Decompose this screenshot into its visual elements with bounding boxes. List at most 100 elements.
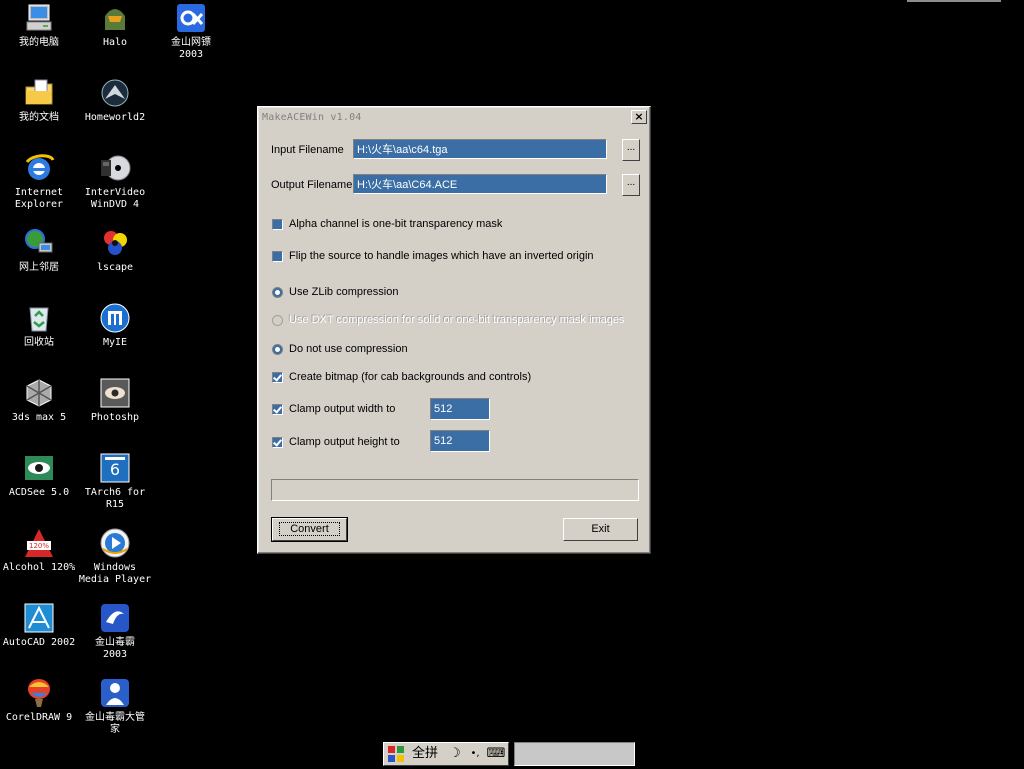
kingsoft-firewall-shortcut[interactable]: 金山网镖 2003 xyxy=(152,2,230,61)
autocad-shortcut[interactable]: AutoCAD 2002 xyxy=(0,602,78,649)
internet-explorer-icon xyxy=(23,152,55,184)
dialog-titlebar[interactable]: MakeACEWin v1.04 × xyxy=(260,109,648,127)
moon-icon[interactable]: ☽ xyxy=(446,745,464,763)
icon-label: CorelDRAW 9 xyxy=(5,712,73,723)
ime-mode-button[interactable]: 全拼 xyxy=(407,745,443,763)
makeace-dialog: MakeACEWin v1.04 × Input Filename H:\火车\… xyxy=(257,106,651,554)
create-bitmap-label: Create bitmap (for cab backgrounds and c… xyxy=(289,371,532,383)
close-button[interactable]: × xyxy=(631,110,647,124)
my-computer-shortcut[interactable]: 我的电脑 xyxy=(0,2,78,49)
lscape-icon xyxy=(99,227,131,259)
ime-logo-icon[interactable] xyxy=(387,745,405,763)
autocad-icon xyxy=(23,602,55,634)
icon-label: Photoshp xyxy=(90,412,140,423)
icon-label: 金山毒霸大管 家 xyxy=(85,712,145,735)
internet-explorer-shortcut[interactable]: Internet Explorer xyxy=(0,152,78,211)
recycle-bin-shortcut[interactable]: 回收站 xyxy=(0,302,78,349)
svg-text:6: 6 xyxy=(110,460,120,479)
keyboard-icon[interactable]: ⌨ xyxy=(486,745,506,763)
zlib-radio[interactable] xyxy=(272,287,283,298)
no-compression-radio[interactable] xyxy=(272,344,283,355)
input-filename-field[interactable]: H:\火车\aa\c64.tga xyxy=(353,139,607,159)
clamp-width-input[interactable]: 512 xyxy=(430,398,490,420)
progress-bar xyxy=(271,479,639,501)
kingsoft-manager-icon xyxy=(99,677,131,709)
icon-label: 金山毒霸 2003 xyxy=(95,637,135,660)
exit-button[interactable]: Exit xyxy=(563,518,638,541)
alpha-mask-checkbox[interactable] xyxy=(272,219,283,230)
recycle-bin-icon xyxy=(23,302,55,334)
zlib-label: Use ZLib compression xyxy=(289,286,399,298)
icon-label: Windows Media Player xyxy=(78,562,152,585)
clamp-width-checkbox[interactable] xyxy=(272,404,283,415)
output-browse-button[interactable]: ... xyxy=(622,174,640,196)
flip-source-label: Flip the source to handle images which h… xyxy=(289,250,594,262)
output-filename-label: Output Filename xyxy=(271,179,353,191)
acdsee-shortcut[interactable]: ACDSee 5.0 xyxy=(0,452,78,499)
windvd-shortcut[interactable]: InterVideo WinDVD 4 xyxy=(76,152,154,211)
icon-label: Internet Explorer xyxy=(14,187,64,210)
svg-text:120%: 120% xyxy=(29,542,49,550)
halo-icon xyxy=(99,2,131,34)
lscape-shortcut[interactable]: lscape xyxy=(76,227,154,274)
clamp-height-label: Clamp output height to xyxy=(289,436,400,448)
dxt-label: Use DXT compression for solid or one-bit… xyxy=(289,314,625,326)
3dsmax-icon xyxy=(23,377,55,409)
my-computer-icon xyxy=(23,2,55,34)
myie-shortcut[interactable]: MyIE xyxy=(76,302,154,349)
clamp-height-input[interactable]: 512 xyxy=(430,430,490,452)
convert-button[interactable]: Convert xyxy=(271,517,348,542)
input-filename-label: Input Filename xyxy=(271,144,344,156)
icon-label: 回收站 xyxy=(24,337,54,348)
alpha-mask-label: Alpha channel is one-bit transparency ma… xyxy=(289,218,503,230)
kingsoft-antivirus-shortcut[interactable]: 金山毒霸 2003 xyxy=(76,602,154,661)
taskbar-edge xyxy=(907,0,1001,2)
icon-label: MyIE xyxy=(102,337,128,348)
kingsoft-manager-shortcut[interactable]: 金山毒霸大管 家 xyxy=(76,677,154,736)
create-bitmap-checkbox[interactable] xyxy=(272,372,283,383)
icon-label: 金山网镖 2003 xyxy=(171,37,211,60)
desktop: 我的电脑 我的文档 Internet Explorer 网上邻居 回收站 3ds… xyxy=(0,0,1024,768)
input-browse-button[interactable]: ... xyxy=(622,139,640,161)
icon-label: Homeworld2 xyxy=(84,112,146,123)
dxt-radio[interactable] xyxy=(272,315,283,326)
my-documents-shortcut[interactable]: 我的文档 xyxy=(0,77,78,124)
icon-label: InterVideo WinDVD 4 xyxy=(84,187,146,210)
dialog-title: MakeACEWin v1.04 xyxy=(262,112,362,123)
icon-label: Halo xyxy=(102,37,128,48)
coreldraw-icon xyxy=(23,677,55,709)
icon-label: 3ds max 5 xyxy=(11,412,67,423)
media-player-icon xyxy=(99,527,131,559)
my-documents-icon xyxy=(23,77,55,109)
tarch-shortcut[interactable]: 6 TArch6 for R15 xyxy=(76,452,154,511)
icon-label: lscape xyxy=(96,262,134,273)
icon-label: TArch6 for R15 xyxy=(84,487,146,510)
alcohol-icon: 120% xyxy=(23,527,55,559)
punctuation-icon[interactable]: •, xyxy=(466,745,484,763)
network-places-shortcut[interactable]: 网上邻居 xyxy=(0,227,78,274)
photoshop-shortcut[interactable]: Photoshp xyxy=(76,377,154,424)
homeworld2-shortcut[interactable]: Homeworld2 xyxy=(76,77,154,124)
photoshop-icon xyxy=(99,377,131,409)
icon-label: Alcohol 120% xyxy=(2,562,76,573)
3dsmax-shortcut[interactable]: 3ds max 5 xyxy=(0,377,78,424)
tarch-icon: 6 xyxy=(99,452,131,484)
kingsoft-firewall-icon xyxy=(175,2,207,34)
halo-shortcut[interactable]: Halo xyxy=(76,2,154,49)
windvd-icon xyxy=(99,152,131,184)
alcohol-shortcut[interactable]: 120% Alcohol 120% xyxy=(0,527,78,574)
ime-status-box xyxy=(514,742,635,766)
acdsee-icon xyxy=(23,452,55,484)
clamp-height-checkbox[interactable] xyxy=(272,437,283,448)
ime-toolbar: 全拼 ☽ •, ⌨ xyxy=(383,742,509,766)
icon-label: 我的电脑 xyxy=(19,37,59,48)
coreldraw-shortcut[interactable]: CorelDRAW 9 xyxy=(0,677,78,724)
output-filename-field[interactable]: H:\火车\aa\C64.ACE xyxy=(353,174,607,194)
myie-icon xyxy=(99,302,131,334)
close-icon: × xyxy=(634,110,644,123)
no-compression-label: Do not use compression xyxy=(289,343,408,355)
icon-label: ACDSee 5.0 xyxy=(8,487,70,498)
media-player-shortcut[interactable]: Windows Media Player xyxy=(76,527,154,586)
icon-label: 我的文档 xyxy=(19,112,59,123)
flip-source-checkbox[interactable] xyxy=(272,251,283,262)
